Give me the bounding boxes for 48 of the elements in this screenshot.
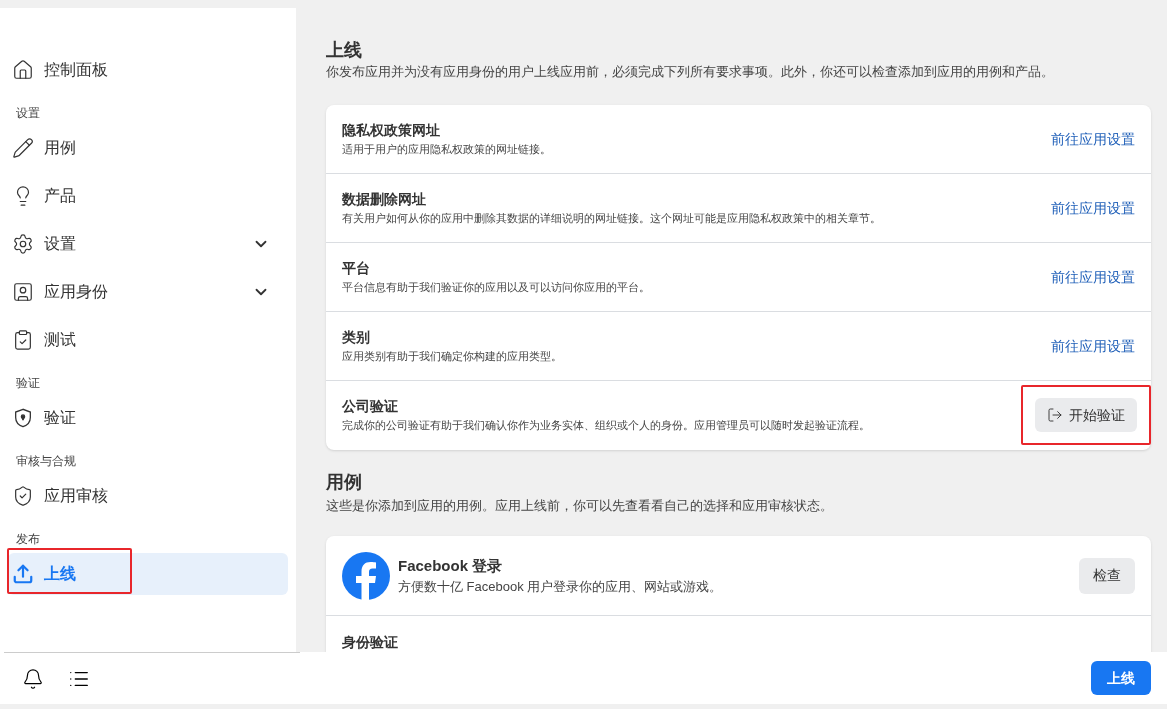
shield-keyhole-icon xyxy=(12,407,34,429)
use-case-description: 方便数十亿 Facebook 用户登录你的应用、网站或游戏。 xyxy=(398,578,724,596)
sidebar-item[interactable]: 验证 xyxy=(8,397,288,439)
sidebar-section-label: 发布 xyxy=(15,531,41,548)
settings-link[interactable]: 前往应用设置 xyxy=(1051,130,1135,147)
sidebar-item[interactable]: 用例 xyxy=(8,127,288,169)
sidebar-section-label: 设置 xyxy=(15,105,41,122)
requirement-description: 平台信息有助于我们验证你的应用以及可以访问你应用的平台。 xyxy=(342,279,651,295)
sub-section-title: 身份验证 xyxy=(342,633,399,652)
requirement-title: 平台 xyxy=(342,258,371,278)
requirement-description: 完成你的公司验证有助于我们确认你作为业务实体、组织或个人的身份。应用管理员可以随时发起验证流程。 xyxy=(342,418,871,434)
requirement-title: 公司验证 xyxy=(342,397,399,417)
exit-icon xyxy=(1047,407,1063,423)
start-verification-button[interactable]: 开始验证 xyxy=(1035,398,1137,432)
settings-link[interactable]: 前往应用设置 xyxy=(1051,337,1135,354)
section-title: 用例 xyxy=(326,471,363,492)
pencil-icon xyxy=(12,137,34,159)
sidebar-item[interactable]: 应用审核 xyxy=(8,475,288,517)
f-logo-icon xyxy=(342,551,390,600)
sidebar-item[interactable]: 设置 xyxy=(8,223,288,265)
requirement-description: 适用于用户的应用隐私权政策的网址链接。 xyxy=(342,141,552,157)
sidebar-section-label: 审核与合规 xyxy=(15,453,77,470)
house-icon xyxy=(12,59,34,81)
go-live-button[interactable]: 上线 xyxy=(1091,661,1151,695)
review-button[interactable]: 检查 xyxy=(1079,557,1135,594)
requirement-description: 应用类别有助于我们确定你构建的应用类型。 xyxy=(342,348,563,364)
id-card-icon xyxy=(12,281,34,303)
use-case-title: Facebook 登录 xyxy=(398,555,504,576)
upload-icon xyxy=(12,563,34,585)
requirement-title: 类别 xyxy=(342,327,371,347)
sidebar-item[interactable]: 应用身份 xyxy=(8,271,288,313)
section-title: 上线 xyxy=(326,40,363,60)
requirement-title: 数据删除网址 xyxy=(342,189,427,209)
notification-icon[interactable] xyxy=(22,667,44,690)
sidebar-section-label: 验证 xyxy=(15,375,41,392)
settings-link[interactable]: 前往应用设置 xyxy=(1051,199,1135,216)
shield-check-icon xyxy=(12,485,34,507)
sidebar-item[interactable]: 产品 xyxy=(8,175,288,217)
sidebar-item[interactable]: 上线 xyxy=(8,553,288,595)
checklist-icon xyxy=(12,329,34,351)
settings-icon xyxy=(12,233,34,255)
requirement-description: 有关用户如何从你的应用中删除其数据的详细说明的网址链接。这个网址可能是应用隐私权政策中的相关章节。 xyxy=(342,210,882,226)
settings-link[interactable]: 前往应用设置 xyxy=(1051,268,1135,285)
section-description: 你发布应用并为没有应用身份的用户上线应用前，必须完成下列所有要求事项。此外，你还可以检查添加到应用的用例和产品。 xyxy=(326,63,1055,81)
requirement-title: 隐私权政策网址 xyxy=(342,120,441,140)
section-description: 这些是你添加到应用的用例。应用上线前，你可以先查看看自己的选择和应用审核状态。 xyxy=(326,496,834,515)
sidebar-item[interactable]: 控制面板 xyxy=(8,49,288,91)
sidebar-item[interactable]: 测试 xyxy=(8,319,288,361)
